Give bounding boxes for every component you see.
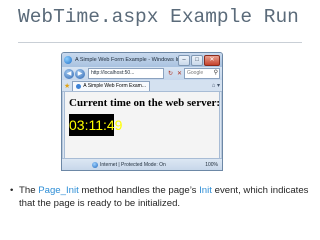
stop-icon[interactable]: ✕ (177, 70, 182, 77)
title-divider (18, 42, 302, 43)
slide-title: WebTime.aspx Example Run (18, 6, 299, 28)
page-icon (76, 83, 82, 89)
ie-logo-icon (64, 56, 72, 64)
window-title: A Simple Web Form Example - Windows Inte… (75, 57, 178, 63)
browser-window: A Simple Web Form Example - Windows Inte… (61, 52, 223, 171)
minimize-button[interactable]: – (178, 54, 190, 66)
tools-icon[interactable]: ⌂ ▾ (212, 82, 220, 89)
bullet-text: The Page_Init method handles the page’s … (19, 184, 314, 210)
bullet-text-part: method handles the page’s (78, 185, 200, 196)
address-input[interactable]: http://localhost:50... (88, 68, 164, 79)
globe-icon (92, 161, 98, 168)
zoom-level[interactable]: 100% (205, 162, 218, 168)
bullet-dot-icon: • (10, 185, 14, 196)
address-bar-row: ◀ ▶ http://localhost:50... ↻ ✕ Google ⚲ (62, 67, 222, 80)
browser-title-bar: A Simple Web Form Example - Windows Inte… (62, 53, 222, 67)
bullet-item: • The Page_Init method handles the page’… (10, 184, 314, 210)
bullet-text-part: The (19, 185, 39, 196)
code-term-page-init: Page_Init (38, 185, 79, 196)
refresh-icon[interactable]: ↻ (168, 70, 173, 77)
search-input[interactable]: Google ⚲ (184, 68, 220, 79)
status-text: Internet | Protected Mode: On (100, 161, 166, 168)
back-icon[interactable]: ◀ (64, 68, 74, 79)
code-term-init: Init (199, 185, 212, 196)
maximize-button[interactable]: □ (191, 54, 203, 66)
tab-label: A Simple Web Form Exam... (83, 82, 146, 89)
favorites-star-icon[interactable]: ★ (64, 82, 70, 90)
search-icon[interactable]: ⚲ (214, 69, 219, 78)
close-button[interactable]: ✕ (204, 54, 220, 66)
forward-icon[interactable]: ▶ (75, 68, 85, 79)
time-label: 03:11:49 (69, 114, 122, 136)
webpage-content: Current time on the web server: 03:11:49 (64, 91, 220, 159)
tab-simple-web-form[interactable]: A Simple Web Form Exam... (72, 80, 150, 91)
status-bar: Internet | Protected Mode: On 100% (62, 158, 222, 170)
search-placeholder: Google (187, 70, 204, 76)
page-heading: Current time on the web server: (69, 97, 221, 109)
